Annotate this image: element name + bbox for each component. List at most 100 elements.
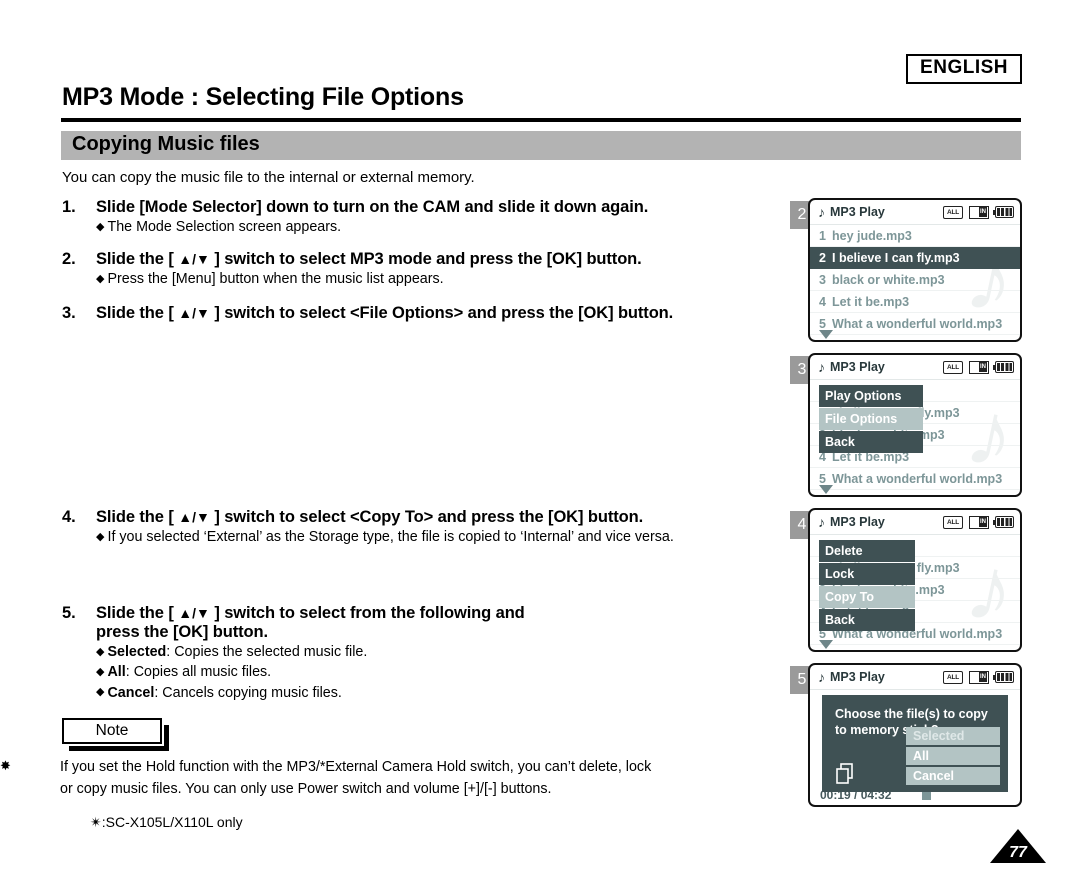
step-number: 2. (62, 250, 76, 269)
menu-item-delete[interactable]: Delete (819, 540, 915, 562)
updown-arrows-icon: ▲/▼ (178, 251, 210, 268)
track-index: 5 (819, 316, 826, 331)
repeat-all-icon: ALL (943, 515, 963, 529)
lcd-status-icons: ALL IN (943, 205, 1014, 219)
menu-item-back[interactable]: Back (819, 431, 923, 453)
list-item[interactable]: 1 hey jude.mp3 (810, 225, 1020, 247)
step-text-post: ] switch to select from the following an… (209, 604, 525, 622)
battery-icon (993, 671, 1014, 683)
step-number: 3. (62, 303, 76, 322)
memory-icon-label: IN (979, 517, 987, 527)
step-text-pre: Slide the [ (96, 508, 179, 526)
lcd-header: ♪ MP3 Play ALL IN (810, 510, 1020, 535)
option-desc: : Copies the selected music file. (166, 644, 368, 660)
note-label: Note (95, 722, 129, 739)
battery-icon (993, 206, 1014, 218)
list-item[interactable]: 4 Let it be.mp3 (810, 291, 1020, 313)
option-label: All (107, 664, 126, 681)
dialog-buttons[interactable]: Selected All Cancel (906, 727, 1000, 785)
step-text: Slide the [ ▲/▼ ] switch to select from … (96, 604, 525, 623)
music-file-list[interactable]: 1 hey jude.mp3 2 I believe I can fly.mp3 3… (810, 225, 1020, 335)
lcd-title: MP3 Play (830, 515, 885, 529)
lcd-title: MP3 Play (830, 205, 885, 219)
step-option-selected: ◆ Selected: Copies the selected music fil… (96, 642, 662, 662)
note-footnote: ✴:SC-X105L/X110L only (90, 814, 243, 830)
file-options-menu[interactable]: Delete Lock Copy To Back (819, 540, 915, 632)
lcd-screen: ♪ ♪ MP3 Play ALL IN 1hey jude.mp3 2I bel… (808, 353, 1022, 497)
menu-item-play-options[interactable]: Play Options (819, 385, 923, 407)
diamond-bullet-icon: ◆ (96, 220, 105, 233)
section-title: Copying Music files (72, 133, 260, 155)
context-menu[interactable]: Play Options File Options Back (819, 385, 923, 454)
music-note-icon: ♪ (818, 204, 825, 220)
option-desc: : Copies all music files. (125, 664, 272, 681)
copy-files-icon (836, 763, 853, 784)
list-item[interactable]: 5 What a wonderful world.mp3 (810, 313, 1020, 335)
step-number: 1. (62, 198, 76, 216)
memory-internal-icon: IN (969, 360, 989, 374)
step-option-cancel: ◆ Cancel: Cancels copying music files. (96, 683, 662, 703)
note-box: Note (62, 718, 169, 751)
note-bullet-icon: ✸ (0, 758, 11, 773)
step-sub-item: ◆ If you selected ‘External’ as the Stora… (96, 527, 802, 547)
track-name: black or white.mp3 (832, 272, 945, 287)
scroll-down-arrow-icon[interactable] (819, 485, 833, 494)
manual-page: ENGLISH MP3 Mode : Selecting File Option… (0, 0, 1080, 880)
lcd-header: ♪ MP3 Play ALL IN (810, 200, 1020, 225)
step-text-pre: Slide the [ (96, 604, 179, 622)
note-body: If you set the Hold function with the MP… (60, 757, 790, 800)
step-3: 3. Slide the [ ▲/▼ ] switch to select <F… (62, 304, 792, 323)
diamond-bullet-icon: ◆ (96, 272, 105, 285)
step-sub-text: Press the [Menu] button when the music l… (107, 271, 444, 288)
list-item[interactable]: 2 I believe I can fly.mp3 (810, 247, 1020, 269)
step-2: 2. Slide the [ ▲/▼ ] switch to select MP… (62, 250, 792, 289)
step-text: Slide the [ ▲/▼ ] switch to select MP3 m… (96, 250, 642, 269)
lcd-screen: ♪ ♪ MP3 Play ALL IN 1hey jude.mp3 2I bel… (808, 198, 1022, 342)
track-index: 4 (819, 294, 826, 309)
memory-icon-label: IN (979, 207, 987, 217)
menu-item-lock[interactable]: Lock (819, 563, 915, 585)
lcd-status-icons: ALL IN (943, 360, 1014, 374)
step-text-post: ] switch to select <File Options> and pr… (209, 303, 674, 322)
menu-item-back[interactable]: Back (819, 609, 915, 631)
lcd-screen: ♪ ♪ MP3 Play ALL IN 00:19 / 04:32 Choose… (808, 663, 1022, 807)
dialog-button-selected[interactable]: Selected (906, 727, 1000, 745)
list-item[interactable]: 3 black or white.mp3 (810, 269, 1020, 291)
music-note-icon: ♪ (818, 514, 825, 530)
step-text-pre: Slide the [ (96, 250, 179, 269)
menu-item-file-options[interactable]: File Options (819, 408, 923, 430)
option-label: Selected (107, 644, 167, 660)
track-index: 5 (819, 471, 826, 486)
copy-confirm-dialog: Choose the file(s) to copy to memory sti… (822, 695, 1008, 792)
step-sub-text: If you selected ‘External’ as the Storag… (107, 529, 674, 545)
option-label: Cancel (107, 684, 155, 701)
stop-indicator-icon (922, 791, 931, 800)
music-note-icon: ♪ (818, 359, 825, 375)
step-number: 5. (62, 604, 76, 622)
dialog-message-line1: Choose the file(s) to copy (835, 707, 988, 721)
diamond-bullet-icon: ◆ (96, 530, 105, 543)
scroll-down-arrow-icon[interactable] (819, 330, 833, 339)
lcd-header: ♪ MP3 Play ALL IN (810, 665, 1020, 690)
track-index: 1 (819, 228, 826, 243)
step-5: 5. Slide the [ ▲/▼ ] switch to select fr… (62, 604, 662, 703)
lcd-title: MP3 Play (830, 670, 885, 684)
step-number: 4. (62, 508, 76, 526)
music-note-icon: ♪ (818, 669, 825, 685)
step-text: Slide [Mode Selector] down to turn on th… (96, 198, 649, 216)
note-line-1: If you set the Hold function with the MP… (60, 759, 652, 775)
track-name: I believe I can fly.mp3 (832, 250, 960, 265)
list-item[interactable]: 5 What a wonderful world.mp3 (810, 468, 1020, 490)
diamond-bullet-icon: ◆ (96, 686, 105, 699)
section-intro: You can copy the music file to the inter… (62, 169, 475, 186)
dialog-button-all[interactable]: All (906, 747, 1000, 765)
dialog-button-cancel[interactable]: Cancel (906, 767, 1000, 785)
scroll-down-arrow-icon[interactable] (819, 640, 833, 649)
lcd-screens-column: 2 ♪ ♪ MP3 Play ALL IN 1 hey jude.mp3 2 I b… (790, 198, 1022, 818)
updown-arrows-icon: ▲/▼ (178, 509, 210, 525)
track-index: 3 (819, 272, 826, 287)
lcd-status-icons: ALL IN (943, 515, 1014, 529)
updown-arrows-icon: ▲/▼ (178, 605, 210, 621)
menu-item-copy-to[interactable]: Copy To (819, 586, 915, 608)
option-desc: : Cancels copying music files. (154, 684, 342, 701)
